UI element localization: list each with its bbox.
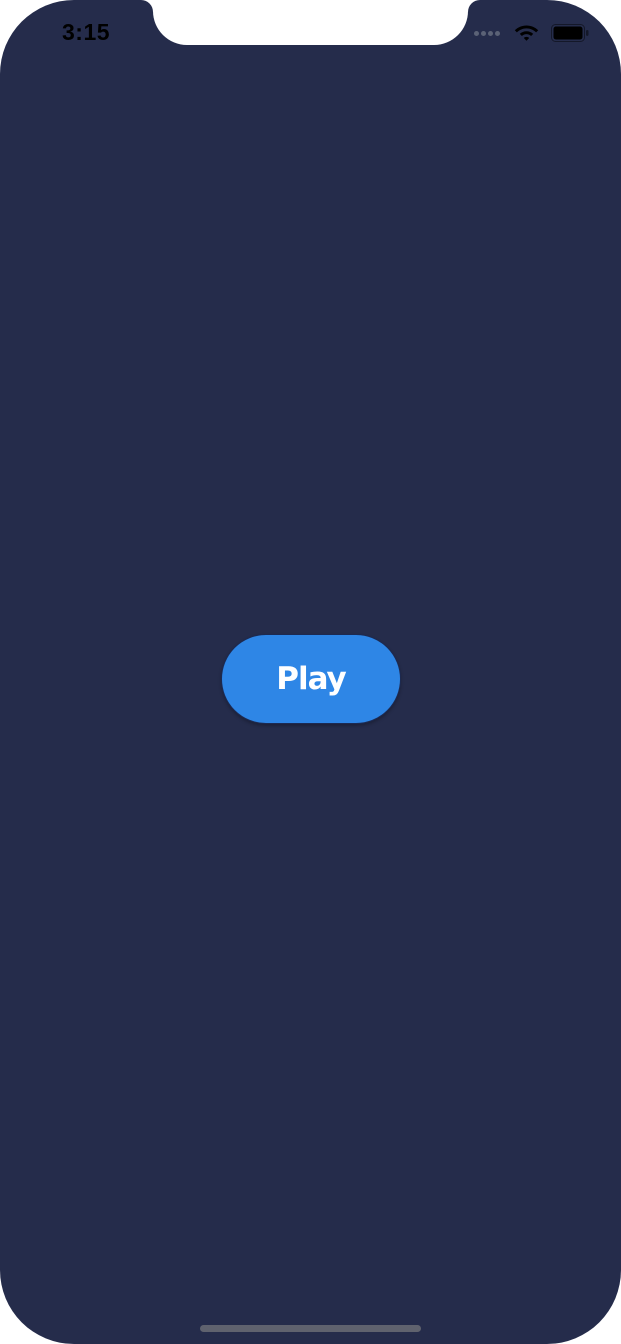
status-time: 3:15: [62, 19, 111, 45]
play-button-label: Play: [276, 661, 347, 697]
cellular-signal-icon: [474, 30, 502, 36]
device-notch: [153, 0, 468, 45]
play-button[interactable]: Play: [221, 634, 401, 724]
home-indicator[interactable]: [200, 1325, 421, 1332]
app-screen: 3:15 Play: [0, 0, 621, 1344]
wifi-icon: [514, 25, 539, 41]
battery-icon: [551, 24, 589, 42]
status-indicators: [474, 22, 589, 44]
